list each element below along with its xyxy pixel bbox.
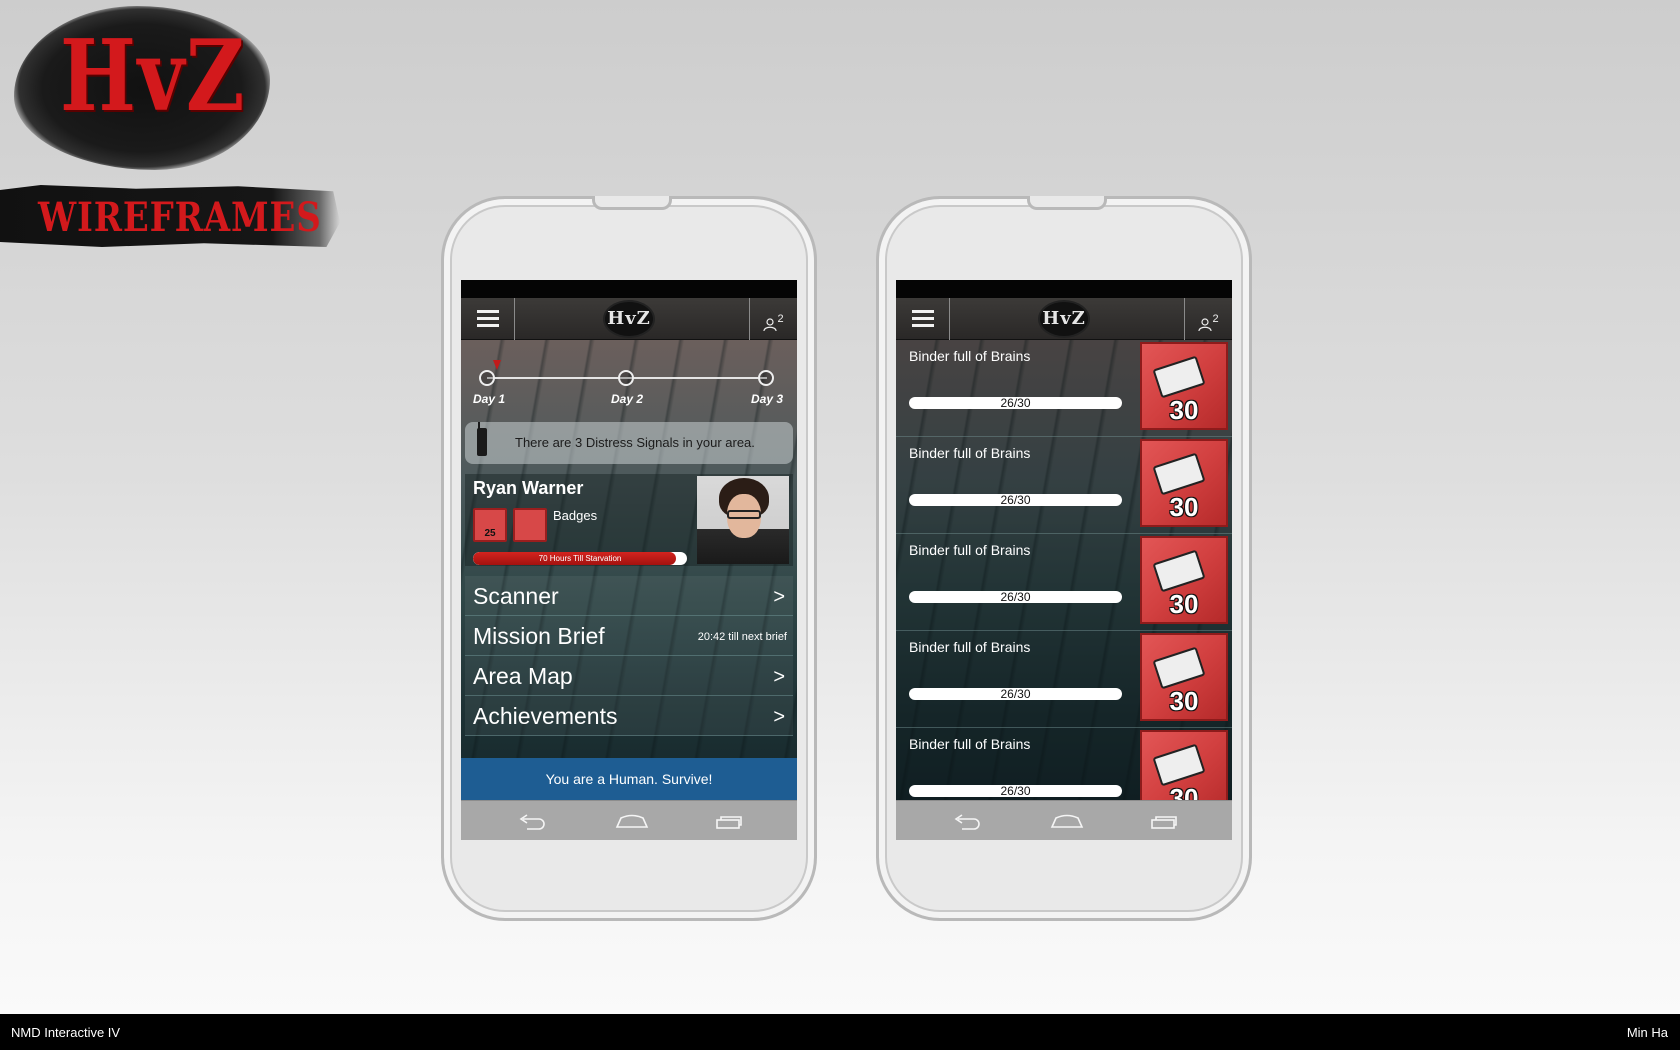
player-name: Ryan Warner xyxy=(473,478,584,498)
profile-button[interactable]: 2 xyxy=(1184,298,1232,340)
human-status-banner: You are a Human. Survive! xyxy=(461,758,797,800)
chevron-right-icon: > xyxy=(773,706,785,728)
badge-count: 25 xyxy=(484,528,496,539)
wireframes-title: WIREFRAMES xyxy=(38,194,322,241)
profile-count: 2 xyxy=(1212,313,1219,325)
phone-speaker xyxy=(1027,196,1107,210)
menu-item-label: Scanner xyxy=(473,583,559,609)
achievement-row[interactable]: Binder full of Brains 26/30 30 xyxy=(896,631,1232,728)
badge-binder-icon[interactable]: 25 xyxy=(473,508,507,542)
day-3-node[interactable] xyxy=(758,370,774,386)
player-card[interactable]: Ryan Warner 25 Badges 70 Hours Till Star… xyxy=(465,474,793,566)
menu-item-label: Achievements xyxy=(473,703,618,729)
achievement-row[interactable]: Binder full of Brains 26/30 30 xyxy=(896,340,1232,437)
achievement-progress-text: 26/30 xyxy=(1000,590,1031,604)
achievement-progress-bar: 26/30 xyxy=(909,688,1122,700)
footer-course: NMD Interactive IV xyxy=(11,1025,121,1040)
achievement-progress-bar: 26/30 xyxy=(909,591,1122,603)
starvation-bar: 70 Hours Till Starvation xyxy=(473,552,687,565)
profile-count: 2 xyxy=(777,313,784,325)
day-1-node[interactable] xyxy=(479,370,495,386)
badge-number: 30 xyxy=(1169,589,1199,619)
day-1-label: Day 1 xyxy=(473,392,506,406)
back-icon[interactable] xyxy=(952,813,982,831)
achievement-progress-text: 26/30 xyxy=(1000,396,1031,410)
achievement-title: Binder full of Brains xyxy=(909,542,1031,558)
achievement-progress-text: 26/30 xyxy=(1000,493,1031,507)
achievement-progress-text: 26/30 xyxy=(1000,784,1031,798)
app-bar: HvZ 2 xyxy=(896,298,1232,340)
badge-number: 30 xyxy=(1169,686,1199,716)
binder-badge-icon: 30 xyxy=(1140,439,1228,527)
achievements-list: Binder full of Brains 26/30 30 Binder fu… xyxy=(896,340,1232,825)
current-day-marker xyxy=(493,360,501,370)
achievement-row[interactable]: Binder full of Brains 26/30 30 xyxy=(896,437,1232,534)
achievement-progress-text: 26/30 xyxy=(1000,687,1031,701)
menu-item-achievements[interactable]: Achievements > xyxy=(465,696,793,736)
achievement-title: Binder full of Brains xyxy=(909,639,1031,655)
phone-frame-1: HvZ 2 Day 1 Day 2 Day 3 There are 3 Dist… xyxy=(441,196,817,921)
footer-author: Min Ha xyxy=(1626,1025,1668,1040)
badge-syringe-icon[interactable] xyxy=(513,508,547,542)
badge-number: 30 xyxy=(1169,395,1199,425)
binder-badge-icon: 30 xyxy=(1140,633,1228,721)
binder-badge-icon: 30 xyxy=(1140,342,1228,430)
mission-countdown: 20:42 till next brief xyxy=(697,631,787,643)
day-3-label: Day 3 xyxy=(751,392,784,406)
binder-badge-icon: 30 xyxy=(1140,536,1228,624)
hamburger-menu-icon[interactable] xyxy=(461,298,515,340)
player-avatar[interactable] xyxy=(697,476,789,564)
achievements-screen: HvZ 2 Binder full of Brains 26/30 30 Bin… xyxy=(896,280,1232,840)
android-nav-bar xyxy=(896,800,1232,840)
status-bar xyxy=(461,280,797,298)
hamburger-menu-icon[interactable] xyxy=(896,298,950,340)
menu-item-mission-brief[interactable]: Mission Brief 20:42 till next brief xyxy=(465,616,793,656)
starvation-text: 70 Hours Till Starvation xyxy=(538,554,622,563)
distress-text: There are 3 Distress Signals in your are… xyxy=(515,435,755,450)
home-screen: HvZ 2 Day 1 Day 2 Day 3 There are 3 Dist… xyxy=(461,280,797,840)
achievement-progress-bar: 26/30 xyxy=(909,397,1122,409)
hvz-logo: HvZ xyxy=(60,19,247,134)
phone-frame-2: HvZ 2 Binder full of Brains 26/30 30 Bin… xyxy=(876,196,1252,921)
app-logo[interactable]: HvZ xyxy=(1040,302,1088,336)
walkie-talkie-icon xyxy=(477,422,487,456)
recent-apps-icon[interactable] xyxy=(715,815,743,829)
chevron-right-icon: > xyxy=(773,586,785,608)
android-nav-bar xyxy=(461,800,797,840)
achievement-progress-bar: 26/30 xyxy=(909,785,1122,797)
status-bar xyxy=(896,280,1232,298)
achievement-row[interactable]: Binder full of Brains 26/30 30 xyxy=(896,534,1232,631)
home-icon[interactable] xyxy=(615,814,649,828)
home-content: Day 1 Day 2 Day 3 There are 3 Distress S… xyxy=(461,340,797,800)
app-logo[interactable]: HvZ xyxy=(605,302,653,336)
badges-label: Badges xyxy=(553,508,598,523)
distress-signal-banner[interactable]: There are 3 Distress Signals in your are… xyxy=(465,422,793,464)
menu-item-label: Area Map xyxy=(473,663,573,689)
main-menu: Scanner > Mission Brief 20:42 till next … xyxy=(465,576,793,736)
home-icon[interactable] xyxy=(1050,814,1084,828)
achievement-progress-bar: 26/30 xyxy=(909,494,1122,506)
person-icon xyxy=(763,318,778,331)
presentation-footer: NMD Interactive IV Min Ha xyxy=(0,1014,1680,1050)
achievement-title: Binder full of Brains xyxy=(909,736,1031,752)
achievement-title: Binder full of Brains xyxy=(909,348,1031,364)
chevron-right-icon: > xyxy=(773,666,785,688)
person-icon xyxy=(1198,318,1213,331)
back-icon[interactable] xyxy=(517,813,547,831)
day-2-node[interactable] xyxy=(618,370,634,386)
achievement-title: Binder full of Brains xyxy=(909,445,1031,461)
app-bar: HvZ 2 xyxy=(461,298,797,340)
phone-speaker xyxy=(592,196,672,210)
recent-apps-icon[interactable] xyxy=(1150,815,1178,829)
badge-number: 30 xyxy=(1169,492,1199,522)
profile-button[interactable]: 2 xyxy=(749,298,797,340)
menu-item-area-map[interactable]: Area Map > xyxy=(465,656,793,696)
menu-item-scanner[interactable]: Scanner > xyxy=(465,576,793,616)
menu-item-label: Mission Brief xyxy=(473,623,605,649)
day-2-label: Day 2 xyxy=(611,392,644,406)
